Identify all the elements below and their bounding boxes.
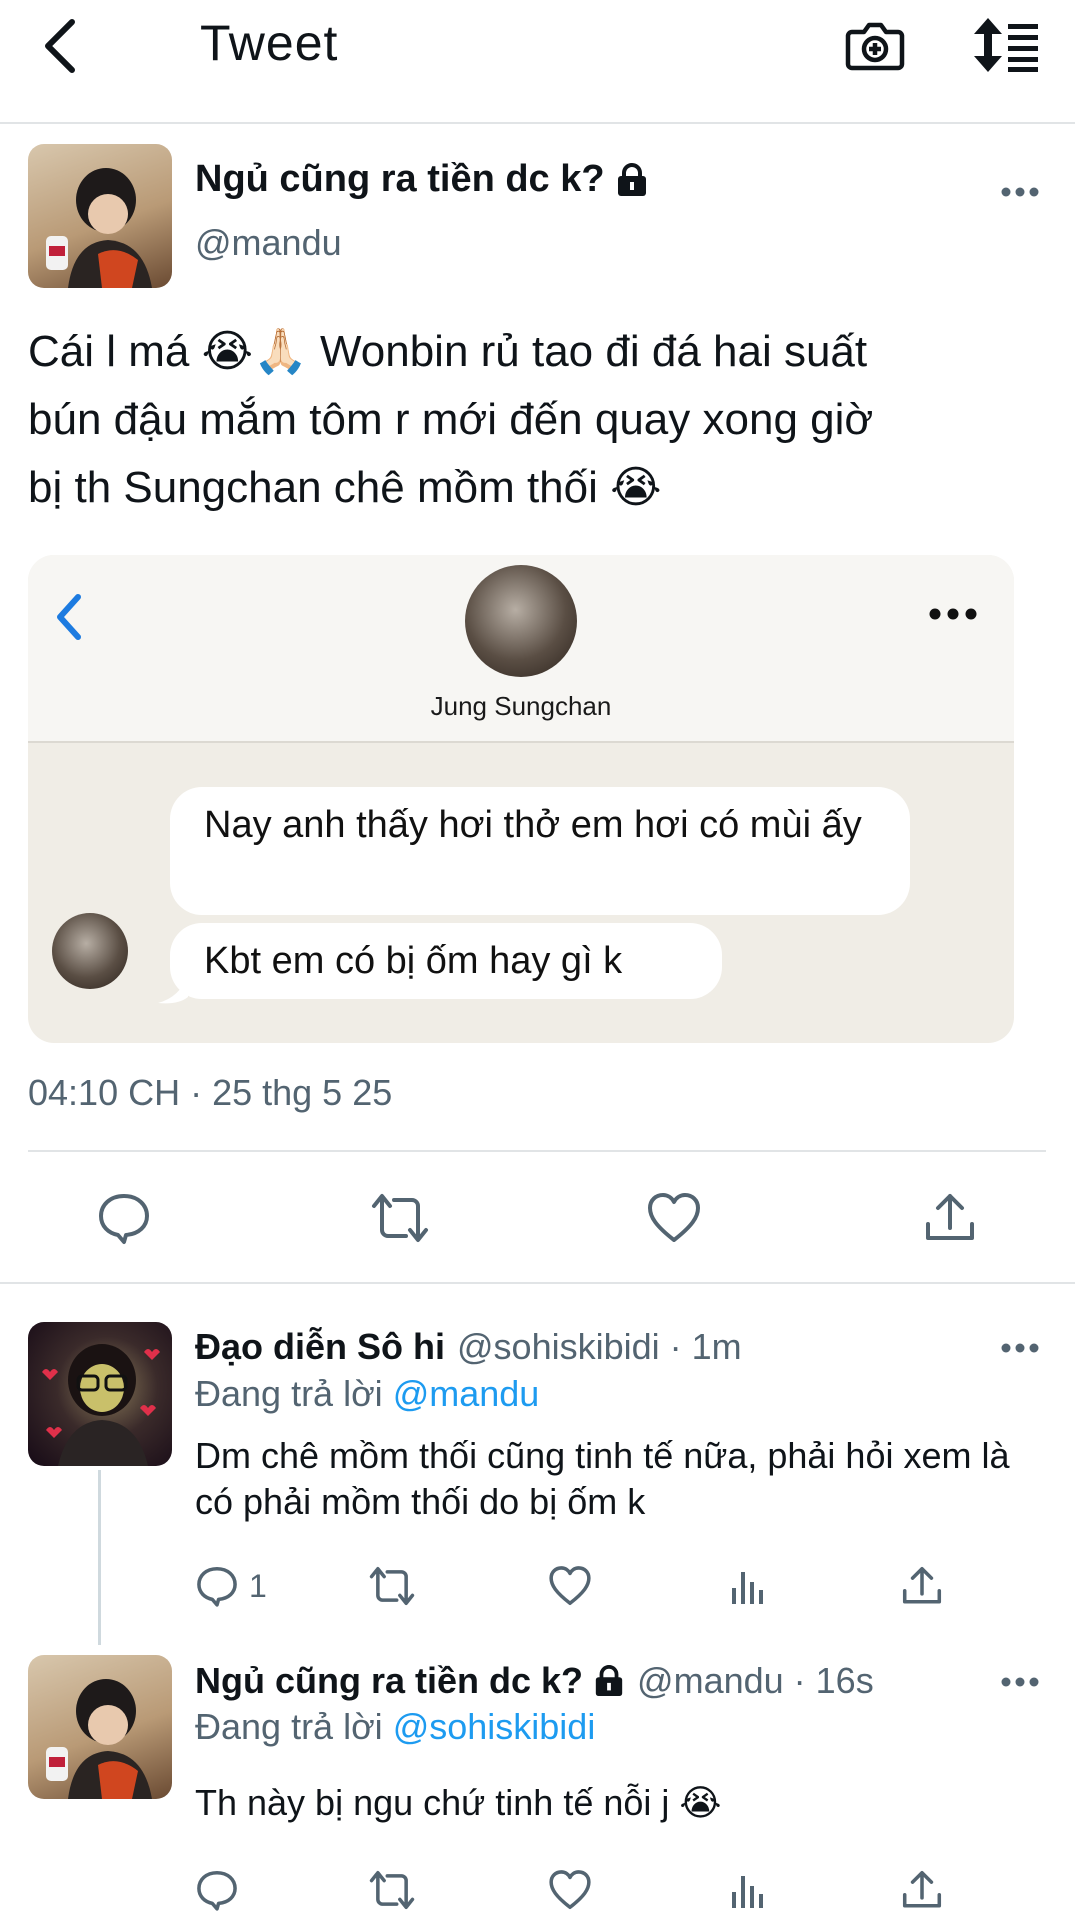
avatar[interactable] [28,144,172,288]
analytics-button[interactable] [726,1868,770,1912]
reply-icon [99,1194,149,1244]
reply-meta: @sohiskibidi · 1m [457,1326,742,1367]
tweet-text-line: Cái l má 😭🙏🏻 Wonbin rủ tao đi đá hai suấ… [28,327,868,376]
thread-line [98,1470,101,1645]
more-options-icon[interactable] [1000,186,1040,198]
like-button[interactable] [548,1564,592,1608]
share-icon [902,1566,942,1604]
share-icon [926,1194,974,1240]
top-bar: Tweet [0,0,1075,124]
author-name[interactable]: Ngủ cũng ra tiền dc k? [195,158,605,201]
more-options-icon[interactable] [1000,1676,1040,1688]
heart-icon [549,1566,591,1606]
share-icon [902,1870,942,1908]
chat-more-icon [929,608,977,620]
reply-button[interactable] [96,1190,152,1246]
heart-icon [648,1193,700,1242]
reply-meta: @mandu · 16s [637,1660,874,1701]
chat-message: Kbt em có bị ốm hay gì k [170,923,722,999]
avatar[interactable] [28,1322,172,1466]
replying-mention[interactable]: @sohiskibidi [393,1706,596,1747]
analytics-button[interactable] [726,1564,770,1608]
replying-label: Đang trả lời [195,1373,383,1414]
retweet-button[interactable] [368,1564,416,1608]
reply-author-row: Đạo diễn Sô hi @sohiskibidi · 1m [195,1326,742,1368]
retweet-button[interactable] [368,1868,416,1912]
chat-header: Jung Sungchan [28,555,1014,743]
heart-icon [549,1870,591,1910]
chat-contact-name: Jung Sungchan [430,691,612,721]
reply-text: Dm chê mồm thối cũng tinh tế nữa, phải h… [195,1435,1010,1522]
page-title: Tweet [200,15,339,71]
like-button[interactable] [646,1190,702,1246]
sort-icon[interactable] [972,16,1042,74]
reply-button[interactable] [195,1868,239,1912]
share-button[interactable] [922,1190,978,1246]
replying-to: Đang trả lời @mandu [195,1373,539,1415]
author-handle[interactable]: @mandu [195,222,342,264]
back-arrow-icon[interactable] [38,14,86,78]
share-button[interactable] [900,1868,944,1912]
reply-icon [197,1870,237,1911]
replying-label: Đang trả lời [195,1706,383,1747]
lock-icon [595,1665,623,1697]
retweet-icon [372,1194,428,1242]
chat-contact-avatar [465,565,577,677]
reply-count: 1 [249,1567,267,1604]
tweet-timestamp: 04:10 CH · 25 thg 5 25 [28,1072,393,1113]
retweet-button[interactable] [370,1190,430,1246]
tweet-image[interactable]: Jung Sungchan Nay anh thấy hơi thở em hơ… [28,555,1014,1043]
lock-icon [617,162,646,196]
analytics-icon [732,1876,763,1908]
replying-to: Đang trả lời @sohiskibidi [195,1706,595,1748]
tweet-text-line: bún đậu mắm tôm r mới đến quay xong giờ [28,395,874,444]
divider [28,1150,1046,1152]
reply-button[interactable]: 1 [195,1564,267,1608]
share-button[interactable] [900,1564,944,1608]
more-options-icon[interactable] [1000,1342,1040,1354]
avatar[interactable] [28,1655,172,1799]
chat-message: Nay anh thấy hơi thở em hơi có mùi ấy [170,787,910,915]
replying-mention[interactable]: @mandu [393,1373,540,1414]
reply-author-row: Ngủ cũng ra tiền dc k? @mandu · 16s [195,1660,874,1702]
reply-icon [197,1566,237,1607]
reply-text: Th này bị ngu chứ tinh tế nỗi j 😭 [195,1782,722,1823]
chat-back-icon [57,594,81,640]
reply-author-name[interactable]: Ngủ cũng ra tiền dc k? [195,1660,583,1702]
like-button[interactable] [548,1868,592,1912]
retweet-icon [369,1566,415,1606]
reply-author-name[interactable]: Đạo diễn Sô hi [195,1326,445,1368]
tweet-text: Cái l má 😭🙏🏻 Wonbin rủ tao đi đá hai suấ… [28,318,1048,522]
camera-icon[interactable] [844,14,906,76]
analytics-icon [732,1572,763,1604]
retweet-icon [369,1870,415,1910]
author-name-row: Ngủ cũng ra tiền dc k? [195,158,649,201]
chat-sender-avatar [52,913,128,989]
tweet-text-line: bị th Sungchan chê mồm thối 😭 [28,463,662,512]
divider [0,1282,1075,1284]
